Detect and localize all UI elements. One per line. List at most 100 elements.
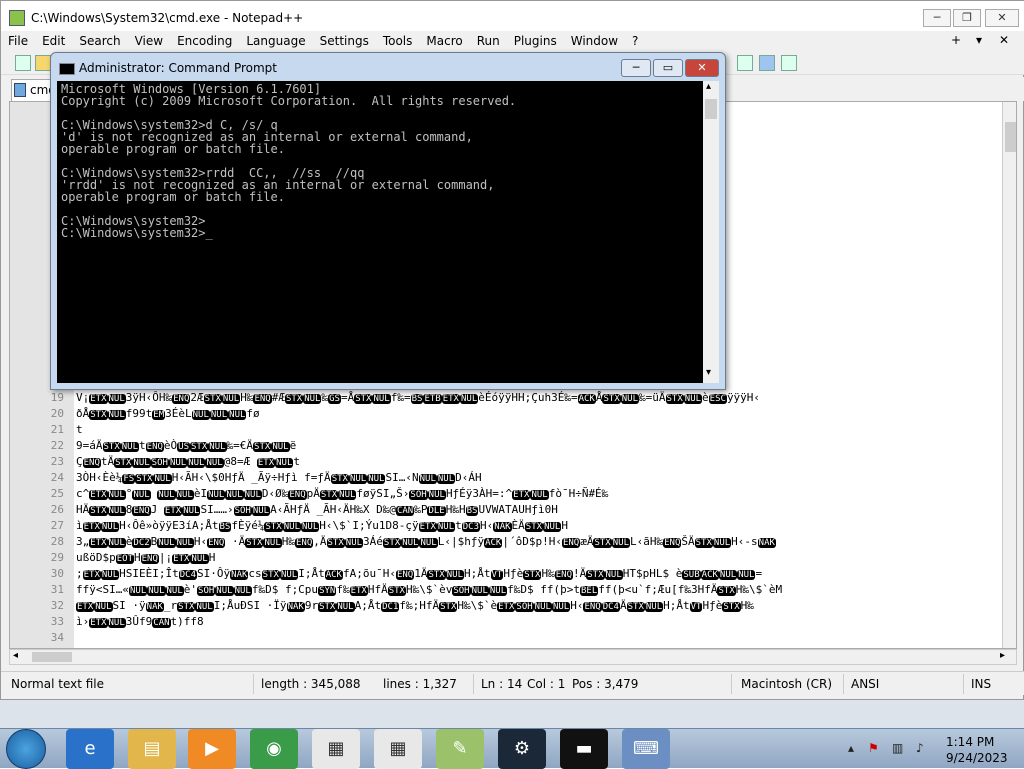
line-number: 26 [50, 503, 64, 516]
menu-macro[interactable]: Macro [419, 31, 469, 51]
menu-settings[interactable]: Settings [313, 31, 376, 51]
action-center-icon[interactable]: ⚑ [868, 741, 884, 757]
window-title: C:\Windows\System32\cmd.exe - Notepad++ [31, 11, 304, 25]
line-number: 22 [50, 439, 64, 452]
code-line[interactable]: ußöD$pEOTHENQ|¡ETX NULH [76, 550, 1002, 566]
menu-run[interactable]: Run [470, 31, 507, 51]
steam-icon[interactable]: ⚙ [498, 729, 546, 769]
line-number: 30 [50, 567, 64, 580]
save-macro-icon[interactable] [781, 55, 797, 71]
code-line[interactable]: ðÅSTX NULf99tEM3ÉèLNUL NUL NULfø [76, 406, 1002, 422]
status-filetype: Normal text file [11, 677, 105, 691]
cmd-icon [59, 63, 75, 75]
internet-explorer-icon[interactable]: e [66, 729, 114, 769]
plus-icon[interactable]: + [951, 33, 961, 47]
volume-icon[interactable]: ♪ [916, 741, 932, 757]
run-macro-icon[interactable] [759, 55, 775, 71]
cmd-taskbar-icon[interactable]: ▬ [560, 729, 608, 769]
code-line[interactable]: ÇENQtÄSTX NUL SOH NUL NUL NUL@8=Æ ETX NULt [76, 454, 1002, 470]
cmd-maximize-button[interactable]: ▭ [653, 59, 683, 77]
cmd-minimize-button[interactable]: ─ [621, 59, 651, 77]
line-number: 27 [50, 519, 64, 532]
scroll-left-icon[interactable]: ◂ [13, 650, 18, 661]
scroll-right-icon[interactable]: ▸ [1000, 650, 1005, 661]
line-number: 24 [50, 471, 64, 484]
code-line[interactable]: t [76, 422, 1002, 438]
menu-view[interactable]: View [128, 31, 170, 51]
play-macro-icon[interactable] [737, 55, 753, 71]
file-explorer-icon[interactable]: ▤ [128, 729, 176, 769]
line-number: 23 [50, 455, 64, 468]
menu-search[interactable]: Search [72, 31, 127, 51]
maximize-button[interactable]: ❐ [953, 9, 981, 27]
keyboard-icon[interactable]: ⌨ [622, 729, 670, 769]
horizontal-scrollbar[interactable]: ◂ ▸ [9, 649, 1017, 665]
open-file-icon[interactable] [35, 55, 51, 71]
menu-file[interactable]: File [1, 31, 35, 51]
clock-time[interactable]: 1:14 PM [946, 735, 994, 749]
close-doc-icon[interactable]: ✕ [999, 33, 1009, 47]
status-pos: Pos : 3,479 [572, 677, 639, 691]
media-player-icon[interactable]: ▶ [188, 729, 236, 769]
scroll-up-icon[interactable]: ▴ [706, 81, 711, 92]
dropdown-icon[interactable]: ▾ [976, 33, 982, 47]
tab-cmd[interactable]: cmd [11, 79, 56, 101]
line-number: 29 [50, 551, 64, 564]
console-line: Copyright (c) 2009 Microsoft Corporation… [61, 94, 517, 108]
line-number: 20 [50, 407, 64, 420]
scroll-thumb[interactable] [1005, 122, 1016, 152]
desktop-background [0, 700, 1024, 730]
line-number: 19 [50, 391, 64, 404]
line-number: 25 [50, 487, 64, 500]
line-number: 33 [50, 615, 64, 628]
status-eol[interactable]: Macintosh (CR) [741, 677, 832, 691]
console-line: C:\Windows\system32>_ [61, 226, 213, 240]
start-button[interactable] [6, 729, 46, 769]
notepadpp-taskbar-icon[interactable]: ✎ [436, 729, 484, 769]
code-line[interactable]: ETX NULSI ·ÿNAK_rSTX NULI;ÅuÐSI ·ÏÿNAK9rST… [76, 598, 1002, 614]
status-encoding[interactable]: ANSI [851, 677, 879, 691]
notepad2-icon[interactable]: ▦ [374, 729, 422, 769]
cmd-vertical-scrollbar[interactable]: ▴ ▾ [703, 81, 719, 383]
line-number: 31 [50, 583, 64, 596]
code-line[interactable]: ffÿ<SI…«NUL NUL NULè'SOH NUL NULf‰D$ f;CpuSY… [76, 582, 1002, 598]
status-col: Col : 1 [527, 677, 566, 691]
clock-date[interactable]: 9/24/2023 [946, 751, 1008, 765]
menu-language[interactable]: Language [239, 31, 312, 51]
window-titlebar[interactable]: C:\Windows\System32\cmd.exe - Notepad++ … [1, 1, 1024, 35]
close-button[interactable]: ✕ [985, 9, 1019, 27]
status-insert-mode: INS [971, 677, 992, 691]
code-line[interactable]: 9=áÄSTX NULtENQèÒUS STX NUL‰=€ÄSTX NULë [76, 438, 1002, 454]
status-lines: lines : 1,327 [383, 677, 457, 691]
chrome-icon[interactable]: ◉ [250, 729, 298, 769]
code-line[interactable]: ì›ETX NUL3Ûf9CANt)ff8 [76, 614, 1002, 630]
menu-edit[interactable]: Edit [35, 31, 72, 51]
code-line[interactable]: V¡ETX NUL3ÿH‹ÔH‰ENQ2ÆSTX NULH‰ENQ#ÆSTX NUL‰… [76, 390, 1002, 406]
menu-help[interactable]: ? [625, 31, 645, 51]
horizontal-scroll-thumb[interactable] [32, 652, 72, 662]
scroll-down-icon[interactable]: ▾ [706, 367, 711, 378]
tray-arrow-icon[interactable]: ▴ [848, 741, 864, 757]
code-line[interactable]: c^ETX NUL°NUL NUL NULèINUL NUL NULD‹Ø‰ENQpÄS… [76, 486, 1002, 502]
network-icon[interactable]: ▥ [892, 741, 908, 757]
minimize-button[interactable]: ─ [923, 9, 951, 27]
menu-plugins[interactable]: Plugins [507, 31, 564, 51]
menu-tools[interactable]: Tools [376, 31, 420, 51]
console-output[interactable]: Microsoft Windows [Version 6.1.7601] Copy… [57, 81, 703, 383]
line-number: 32 [50, 599, 64, 612]
code-line[interactable]: ìETX NULH‹Ôê»òÿÿE3íA;ÅtBSfÈÿé¼STX NUL NULH‹… [76, 518, 1002, 534]
command-prompt-window[interactable]: Administrator: Command Prompt ─ ▭ ✕ Micr… [50, 52, 726, 390]
line-number: 21 [50, 423, 64, 436]
notepad-icon[interactable]: ▦ [312, 729, 360, 769]
code-line[interactable]: 3ÒH‹Èè¼FS STX NULH‹ÃH‹\$0HƒÄ _Ãÿ÷Hƒì f=ƒÄS… [76, 470, 1002, 486]
code-line[interactable]: 3„ETX NULèDC2BNUL NULH‹ENQ ·ÄSTX NULH‰ENQ,Ä… [76, 534, 1002, 550]
cmd-close-button[interactable]: ✕ [685, 59, 719, 77]
code-line[interactable]: ;ETX NULHSIEÈI;ÎtDC4SI·ÔÿNAKcsSTX NULI;ÅtA… [76, 566, 1002, 582]
cmd-scroll-thumb[interactable] [705, 99, 717, 119]
new-file-icon[interactable] [15, 55, 31, 71]
code-line[interactable]: HÄSTX NUL8ENQJ ETX NULSI……›SOH NULA‹ÃHƒÄ _Ã… [76, 502, 1002, 518]
menu-bar: File Edit Search View Encoding Language Settin… [1, 31, 1024, 51]
vertical-scrollbar[interactable] [1002, 102, 1016, 648]
menu-window[interactable]: Window [564, 31, 625, 51]
menu-encoding[interactable]: Encoding [170, 31, 239, 51]
